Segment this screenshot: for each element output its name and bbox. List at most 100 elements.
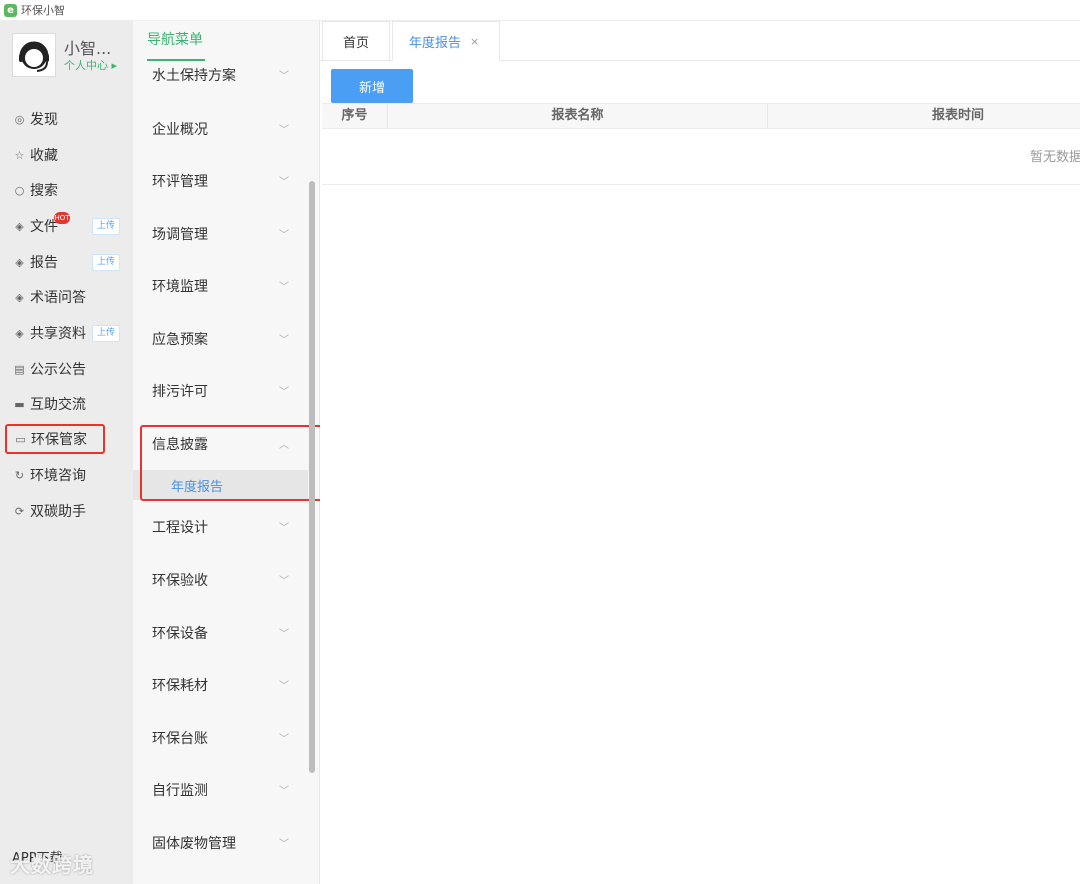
- nav-item-label: 场调管理: [152, 227, 208, 243]
- search-icon: ○: [14, 183, 25, 197]
- menu-item-shared-materials[interactable]: ◈ 共享资料 上传: [6, 319, 124, 347]
- menu-item-files[interactable]: ◈ 文件 HOT 上传: [6, 212, 124, 240]
- nav-item-eco-equipment[interactable]: 环保设备 ﹀: [133, 607, 309, 659]
- chevron-down-icon: ﹀: [279, 629, 289, 640]
- window-titlebar: e 环保小智: [0, 0, 1080, 21]
- menu-item-search[interactable]: ○ 搜索: [6, 176, 124, 204]
- empty-state-text: 暂无数据: [1030, 150, 1080, 165]
- tab-annual-report[interactable]: 年度报告 ×: [392, 21, 500, 61]
- menu-label: 共享资料: [30, 326, 86, 342]
- hot-badge: HOT: [54, 212, 70, 224]
- tab-bar: 首页 年度报告 ×: [320, 21, 1080, 61]
- add-button[interactable]: 新增: [331, 69, 413, 103]
- menu-label: 术语问答: [30, 290, 86, 306]
- nav-item-env-supervision[interactable]: 环境监理 ﹀: [133, 260, 309, 312]
- highlight-box: [140, 425, 325, 501]
- menu-label: 公示公告: [30, 362, 86, 378]
- nav-item-emergency-plan[interactable]: 应急预案 ﹀: [133, 313, 309, 365]
- nav-item-label: 企业概况: [152, 122, 208, 138]
- chevron-down-icon: ﹀: [279, 681, 289, 692]
- star-icon: ☆: [14, 148, 25, 162]
- nav-item-solid-waste[interactable]: 固体废物管理 ﹀: [133, 817, 309, 869]
- menu-item-dual-carbon[interactable]: ⟳ 双碳助手: [6, 497, 124, 525]
- nav-item-label: 环境监理: [152, 279, 208, 295]
- app-logo-icon: e: [4, 3, 17, 17]
- chat-icon: ▬: [14, 397, 25, 411]
- nav-item-eco-acceptance[interactable]: 环保验收 ﹀: [133, 554, 309, 606]
- menu-label: 双碳助手: [30, 504, 86, 520]
- menu-label: 环境咨询: [30, 468, 86, 484]
- watermark: 大数跨境: [10, 853, 94, 877]
- tab-home[interactable]: 首页: [322, 21, 390, 60]
- table-header: 序号 报表名称 报表时间: [322, 103, 1080, 129]
- menu-item-mutual-help[interactable]: ▬ 互助交流: [6, 390, 124, 418]
- notice-icon: ▤: [14, 362, 25, 376]
- menu-item-env-consulting[interactable]: ↻ 环境咨询: [6, 461, 124, 489]
- layers-icon: ◈: [15, 290, 24, 304]
- eye-icon: ◎: [14, 112, 25, 126]
- upload-tag[interactable]: 上传: [91, 325, 120, 342]
- profile-center-link[interactable]: 个人中心 ▸: [64, 57, 117, 73]
- headset-avatar-icon: [19, 41, 49, 72]
- tab-label: 首页: [342, 35, 369, 51]
- nav-item-label: 应急预案: [152, 332, 208, 348]
- menu-item-notices[interactable]: ▤ 公示公告: [6, 355, 124, 383]
- chevron-down-icon: ﹀: [279, 125, 289, 136]
- nav-item-label: 自行监测: [152, 783, 208, 799]
- menu-label: 环保管家: [31, 432, 87, 448]
- chevron-down-icon: ﹀: [279, 335, 289, 346]
- menu-label: 报告: [30, 255, 58, 271]
- chevron-down-icon: ﹀: [279, 177, 289, 188]
- left-sidebar: 小智... 个人中心 ▸ ◎ 发现 ☆ 收藏 ○ 搜索 ◈ 文件 HOT 上传 …: [0, 21, 133, 884]
- nav-menu-panel: 导航菜单 水土保持方案 ﹀ 企业概况 ﹀ 环评管理 ﹀ 场调管理 ﹀ 环境监理 …: [133, 21, 325, 884]
- menu-label: 搜索: [30, 183, 58, 199]
- nav-scrollbar[interactable]: [309, 181, 315, 773]
- nav-item-label: 环评管理: [152, 174, 208, 190]
- chevron-down-icon: ﹀: [279, 230, 289, 241]
- menu-item-discover[interactable]: ◎ 发现: [6, 105, 124, 133]
- avatar[interactable]: [12, 33, 56, 77]
- nav-item-eco-ledger[interactable]: 环保台账 ﹀: [133, 712, 309, 764]
- menu-label: 互助交流: [30, 397, 86, 413]
- nav-item-eia[interactable]: 环评管理 ﹀: [133, 155, 309, 207]
- nav-item-label: 排污许可: [152, 384, 208, 400]
- profile-name: 小智...: [64, 39, 112, 58]
- nav-item-soil-water[interactable]: 水土保持方案 ﹀: [133, 49, 309, 101]
- nav-item-label: 工程设计: [152, 520, 208, 536]
- column-header-report-name: 报表名称: [388, 104, 768, 128]
- chevron-down-icon: ﹀: [279, 282, 289, 293]
- nav-item-discharge-permit[interactable]: 排污许可 ﹀: [133, 365, 309, 417]
- profile-card[interactable]: 小智... 个人中心 ▸: [12, 33, 132, 79]
- layers-icon: ◈: [15, 255, 24, 269]
- column-header-report-time: 报表时间: [931, 108, 984, 123]
- nav-item-site-survey[interactable]: 场调管理 ﹀: [133, 208, 309, 260]
- nav-item-label: 环保验收: [152, 573, 208, 589]
- menu-label: 收藏: [30, 148, 58, 164]
- tab-label: 年度报告: [409, 35, 462, 51]
- column-header-index: 序号: [322, 104, 388, 128]
- menu-item-reports[interactable]: ◈ 报告 上传: [6, 248, 124, 276]
- nav-item-label: 环保耗材: [152, 678, 208, 694]
- refresh-icon: ↻: [14, 468, 25, 482]
- nav-item-label: 固体废物管理: [152, 836, 236, 852]
- layers-icon: ◈: [15, 326, 24, 340]
- chevron-down-icon: ﹀: [279, 734, 289, 745]
- menu-item-terms-qa[interactable]: ◈ 术语问答: [6, 283, 124, 311]
- close-icon[interactable]: ×: [470, 35, 479, 48]
- menu-item-favorites[interactable]: ☆ 收藏: [6, 141, 124, 169]
- nav-item-label: 水土保持方案: [152, 68, 236, 84]
- chevron-down-icon: ﹀: [279, 523, 289, 534]
- menu-label: 发现: [30, 112, 58, 128]
- upload-tag[interactable]: 上传: [91, 254, 120, 271]
- nav-item-engineering-design[interactable]: 工程设计 ﹀: [133, 501, 309, 553]
- nav-item-eco-consumables[interactable]: 环保耗材 ﹀: [133, 659, 309, 711]
- menu-item-eco-butler[interactable]: ▭ 环保管家: [5, 424, 105, 454]
- chevron-down-icon: ﹀: [279, 576, 289, 587]
- chevron-down-icon: ﹀: [279, 387, 289, 398]
- chevron-down-icon: ﹀: [279, 71, 289, 82]
- upload-tag[interactable]: 上传: [91, 218, 120, 235]
- nav-item-self-monitoring[interactable]: 自行监测 ﹀: [133, 764, 309, 816]
- app-title: 环保小智: [21, 4, 65, 17]
- nav-item-company-overview[interactable]: 企业概况 ﹀: [133, 103, 309, 155]
- table-empty-row: 暂无数据: [322, 128, 1080, 185]
